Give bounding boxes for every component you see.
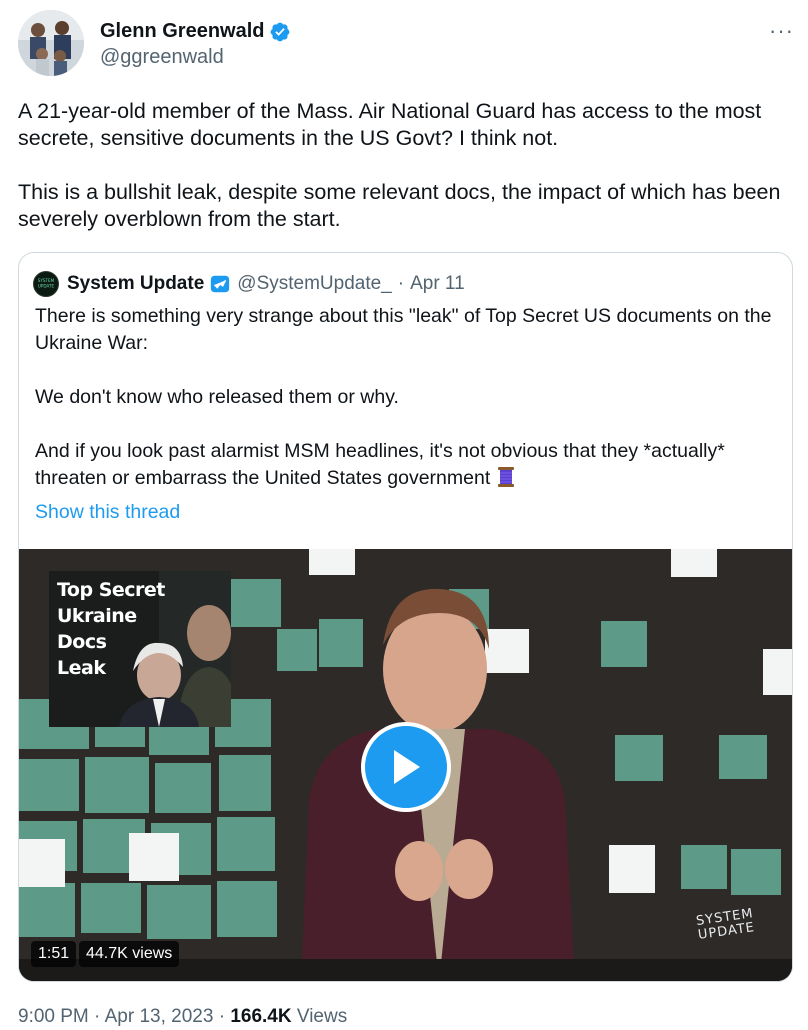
quoted-paragraph-last: And if you look past alarmist MSM headli… [35,438,780,492]
video-thumbnail-inset: Top Secret Ukraine Docs Leak [49,571,231,727]
more-horizontal-icon[interactable]: ··· [769,18,794,44]
thumbnail-title: Top Secret Ukraine Docs Leak [57,579,165,679]
quoted-author-handle[interactable]: @SystemUpdate_ [237,273,391,295]
separator-dot: · [94,1006,101,1027]
quoted-text: There is something very strange about th… [35,303,780,519]
quoted-tweet[interactable]: SYSTEM UPDATE System Update @SystemUpdat… [18,252,793,982]
separator-dot: · [397,273,405,294]
author-avatar[interactable] [18,10,84,76]
quoted-paragraph: There is something very strange about th… [35,305,772,354]
quoted-date[interactable]: Apr 11 [410,273,465,295]
play-button[interactable] [361,722,451,812]
tweet-header: Glenn Greenwald @ggreenwald ··· [18,10,798,80]
author-name[interactable]: Glenn Greenwald [100,20,264,43]
tweet-footer: 9:00 PM · Apr 13, 2023 · 166.4K Views [18,1006,347,1028]
tweet-text: A 21-year-old member of the Mass. Air Na… [18,98,793,260]
views-label: Views [296,1006,348,1027]
quoted-header: SYSTEM UPDATE System Update @SystemUpdat… [33,271,465,297]
author-handle[interactable]: @ggreenwald [100,46,224,69]
video-views: 44.7K views [79,941,180,967]
tweet-date[interactable]: Apr 13, 2023 [105,1006,214,1027]
separator-dot: · [218,1006,226,1027]
tweet-time[interactable]: 9:00 PM [18,1006,89,1027]
quoted-paragraph: We don't know who released them or why. [35,386,399,408]
quoted-paragraph-text: And if you look past alarmist MSM headli… [35,440,725,489]
video-player[interactable]: Top Secret Ukraine Docs Leak SYSTEM UPDA… [19,549,792,981]
author-name-row: Glenn Greenwald [100,20,291,43]
views-count[interactable]: 166.4K [230,1006,291,1027]
show-thread-link[interactable]: Show this thread [35,501,180,524]
quoted-author-name[interactable]: System Update [67,273,204,295]
tweet-paragraph: A 21-year-old member of the Mass. Air Na… [18,99,762,150]
svg-text:UPDATE: UPDATE [38,284,55,289]
system-update-logo-icon: SYSTEM UPDATE [34,272,58,296]
verified-badge-icon [211,275,230,293]
quoted-avatar[interactable]: SYSTEM UPDATE [33,271,59,297]
video-duration: 1:51 [31,941,77,967]
play-icon [394,750,420,784]
thread-spool-icon [497,467,514,487]
svg-text:SYSTEM: SYSTEM [38,278,55,283]
verified-badge-icon [271,22,290,41]
tweet-paragraph: This is a bullshit leak, despite some re… [18,180,781,231]
